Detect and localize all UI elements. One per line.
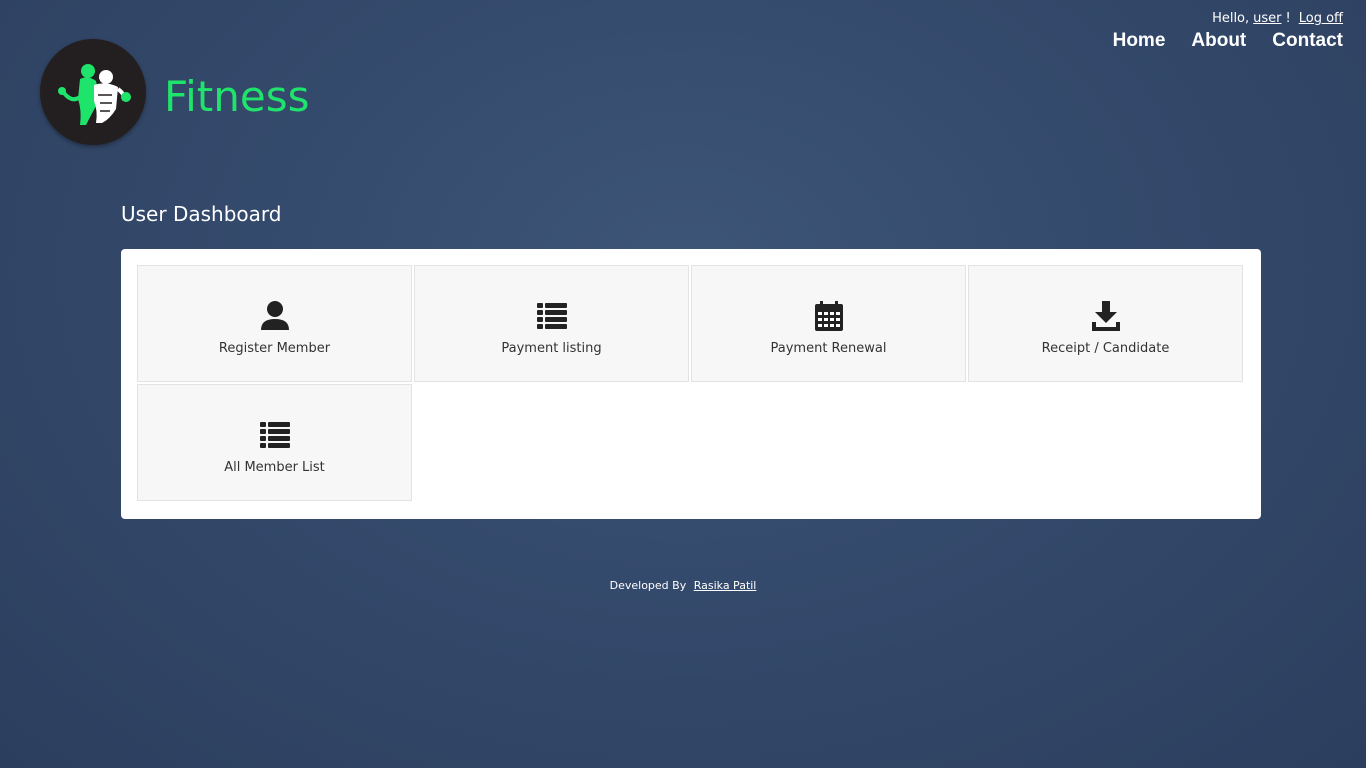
tile-register-member[interactable]: Register Member bbox=[137, 265, 412, 382]
footer-prefix: Developed By bbox=[609, 579, 687, 592]
list-icon bbox=[259, 422, 290, 448]
calendar-icon bbox=[814, 301, 843, 331]
page-title: User Dashboard bbox=[121, 202, 282, 226]
nav-home[interactable]: Home bbox=[1113, 30, 1166, 52]
tile-label: Receipt / Candidate bbox=[1041, 341, 1170, 356]
greeting-text: Hello, bbox=[1212, 11, 1250, 26]
main-nav: Home About Contact bbox=[1113, 30, 1343, 52]
nav-about[interactable]: About bbox=[1191, 30, 1246, 52]
tile-label: Register Member bbox=[218, 341, 331, 356]
tile-label: Payment listing bbox=[501, 341, 602, 356]
footer: Developed By Rasika Patil bbox=[0, 579, 1366, 592]
user-greeting: Hello, user ! Log off bbox=[1212, 11, 1343, 26]
list-icon bbox=[536, 303, 567, 329]
fitness-figures-icon bbox=[58, 64, 131, 125]
logo-text[interactable]: Fitness bbox=[164, 76, 309, 118]
greeting-exclamation: ! bbox=[1285, 11, 1291, 26]
user-icon bbox=[260, 301, 289, 330]
logo-emblem[interactable] bbox=[40, 39, 146, 145]
nav-contact[interactable]: Contact bbox=[1272, 30, 1343, 52]
author-link[interactable]: Rasika Patil bbox=[694, 579, 757, 592]
tile-receipt-candidate[interactable]: Receipt / Candidate bbox=[968, 265, 1243, 382]
dashboard-panel: Register Member Payment listing Payment … bbox=[121, 249, 1261, 519]
tile-all-member-list[interactable]: All Member List bbox=[137, 384, 412, 501]
download-icon bbox=[1091, 301, 1120, 331]
tile-label: Payment Renewal bbox=[770, 341, 887, 356]
tile-payment-listing[interactable]: Payment listing bbox=[414, 265, 689, 382]
logoff-link[interactable]: Log off bbox=[1299, 11, 1343, 26]
tile-label: All Member List bbox=[224, 460, 325, 475]
tile-payment-renewal[interactable]: Payment Renewal bbox=[691, 265, 966, 382]
username-link[interactable]: user bbox=[1253, 11, 1281, 26]
